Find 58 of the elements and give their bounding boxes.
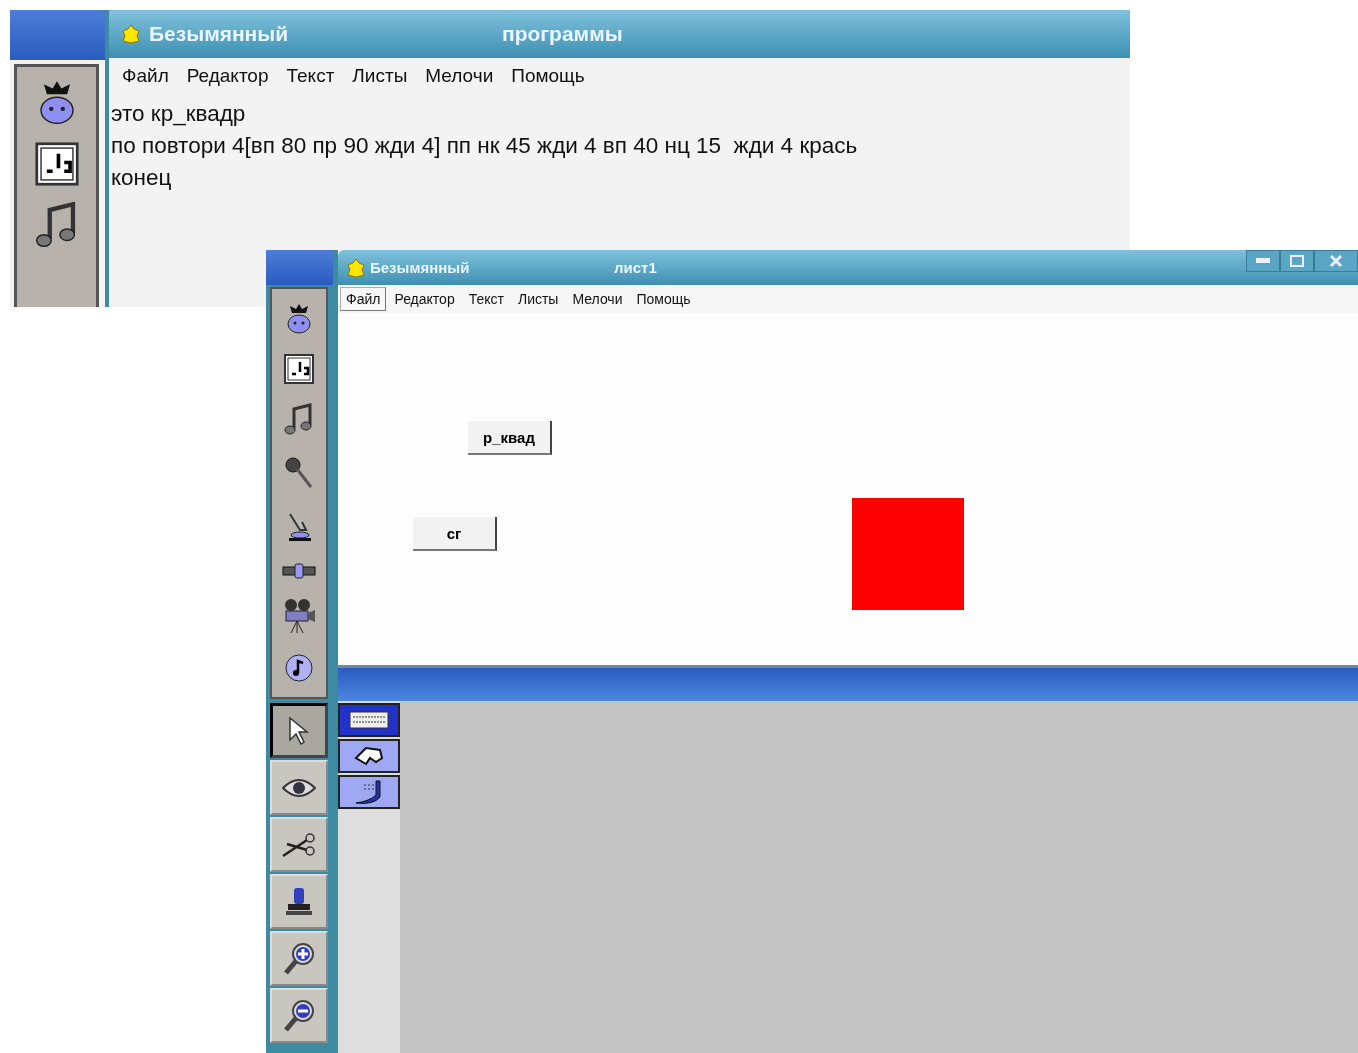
panel-tab[interactable]: [338, 703, 400, 737]
panel-tab[interactable]: [338, 739, 400, 773]
close-button[interactable]: [1314, 250, 1358, 272]
menu-item[interactable]: Редактор: [388, 287, 461, 311]
menu-item[interactable]: Мелочи: [566, 287, 629, 311]
turtle-logo-icon: [121, 24, 141, 44]
canvas-button[interactable]: сг: [413, 517, 497, 551]
eye-icon: [282, 777, 316, 798]
window-subtitle: программы: [502, 22, 623, 46]
text-lines-icon: [349, 711, 389, 729]
canvas-button[interactable]: р_квад: [468, 421, 552, 455]
turtle-logo-icon: [346, 257, 366, 278]
panel-tab[interactable]: [338, 775, 400, 809]
maximize-icon: [1290, 255, 1304, 267]
tool-button[interactable]: [284, 653, 314, 684]
menu-item[interactable]: Листы: [345, 62, 415, 90]
tool-button[interactable]: [282, 562, 316, 579]
window-title: Безымянный: [149, 22, 290, 46]
code-line: конец: [111, 164, 173, 192]
tool-button[interactable]: [34, 142, 79, 186]
slider-tool-icon: [282, 562, 316, 579]
turtle-icon: [284, 302, 314, 335]
menu-item[interactable]: Файл: [115, 62, 176, 90]
stamp-icon: [284, 885, 314, 918]
window-title: Безымянный: [370, 259, 471, 276]
procedure-editor[interactable]: это кр_квадр по повтори 4[вп 80 пр 90 жди 4] пп нк 45 жди 4 вп 40 нц 15 жди 4 крась конец: [109, 94, 1130, 194]
zoom-out-icon: [282, 997, 316, 1034]
microphone-icon: [284, 456, 314, 491]
zoom-in-icon: [282, 940, 316, 977]
menu-item[interactable]: Редактор: [179, 62, 276, 90]
music-note-icon: [284, 403, 314, 438]
toolbar-header: [266, 250, 333, 285]
movie-camera-icon: [282, 598, 316, 635]
code-line: по повтори 4[вп 80 пр 90 жди 4] пп нк 45 жди 4 вп 40 нц 15 жди 4 крась: [111, 132, 859, 160]
menu-item[interactable]: Текст: [462, 287, 510, 311]
menu-item[interactable]: Помощь: [630, 287, 697, 311]
text-tool-icon: [284, 353, 314, 384]
menu-item[interactable]: Листы: [511, 287, 565, 311]
tool-button[interactable]: [284, 353, 314, 384]
menu-item[interactable]: Мелочи: [418, 62, 501, 90]
action-button[interactable]: [270, 703, 328, 758]
menu-item[interactable]: Файл: [340, 287, 387, 311]
tool-button[interactable]: [284, 302, 314, 335]
music-disc-icon: [284, 653, 314, 684]
pointer-icon: [288, 715, 310, 746]
code-line: это кр_квадр: [111, 100, 247, 128]
text-tool-icon: [34, 142, 79, 186]
minimize-button[interactable]: [1246, 250, 1280, 272]
maximize-button[interactable]: [1280, 250, 1314, 272]
menu-item[interactable]: Текст: [279, 62, 342, 90]
minimize-icon: [1256, 258, 1270, 264]
menu-item[interactable]: Помощь: [504, 62, 592, 90]
tool-button[interactable]: [284, 403, 314, 438]
tool-button[interactable]: [282, 598, 316, 635]
close-icon: [1329, 254, 1343, 268]
window-subtitle: лист1: [614, 259, 658, 276]
shapes-tab-icon: [352, 744, 386, 768]
tool-button[interactable]: [284, 456, 314, 491]
